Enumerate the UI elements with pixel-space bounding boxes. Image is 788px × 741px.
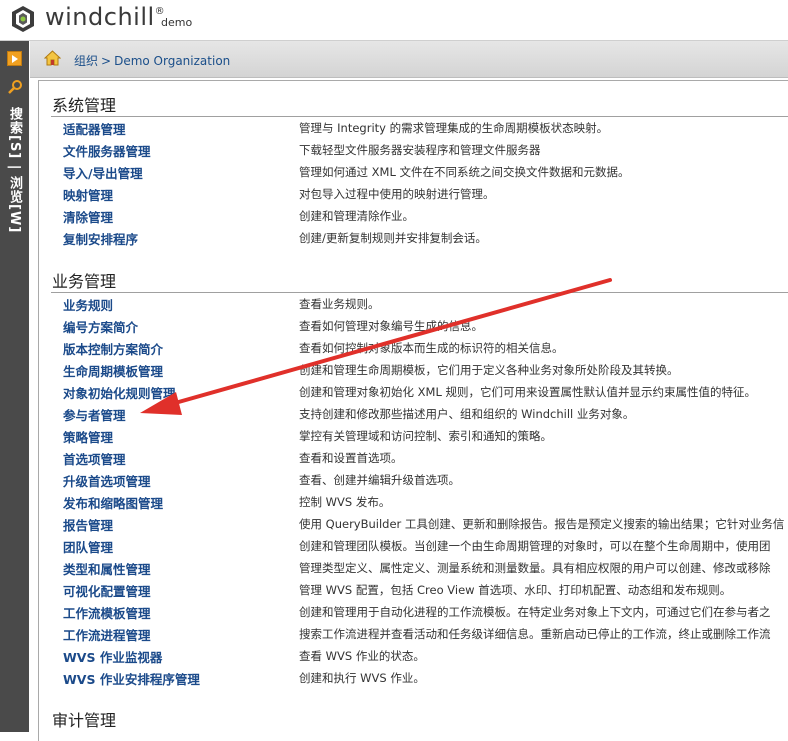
utility-description: 创建和管理团队模板。当创建一个由生命周期管理的对象时，可以在整个生命周期中，使用… (299, 539, 771, 553)
breadcrumb-separator: > (101, 54, 112, 68)
utility-description: 使用 QueryBuilder 工具创建、更新和删除报告。报告是预定义搜索的输出… (299, 517, 785, 531)
utility-link[interactable]: 编号方案简介 (63, 317, 138, 336)
utility-description: 查看业务规则。 (299, 297, 380, 311)
windchill-logo-icon (12, 6, 34, 32)
section-title-business: 业务管理 (52, 272, 117, 291)
utility-link[interactable]: 对象初始化规则管理 (63, 383, 176, 402)
list-item: 首选项管理 查看和设置首选项。 (39, 447, 788, 469)
utility-link[interactable]: 工作流进程管理 (63, 625, 151, 644)
list-item: 升级首选项管理 查看、创建并编辑升级首选项。 (39, 469, 788, 491)
list-item: 参与者管理 支持创建和修改那些描述用户、组和组织的 Windchill 业务对象… (39, 403, 788, 425)
utility-description: 管理与 Integrity 的需求管理集成的生命周期模板状态映射。 (299, 121, 609, 135)
utility-description: 搜索工作流进程并查看活动和任务级详细信息。重新启动已停止的工作流，终止或删除工作… (299, 627, 771, 641)
utility-link[interactable]: WVS 作业监视器 (63, 647, 162, 666)
logo-text: windchill® (45, 3, 166, 31)
list-item: 编号方案简介 查看如何管理对象编号生成的信息。 (39, 315, 788, 337)
org-name: demo (161, 16, 193, 29)
utility-link[interactable]: 映射管理 (63, 185, 113, 204)
section-title-system: 系统管理 (52, 96, 117, 115)
utility-link[interactable]: 策略管理 (63, 427, 113, 446)
utility-description: 创建和管理对象初始化 XML 规则，它们可用来设置属性默认值并显示约束属性值的特… (299, 385, 757, 399)
utility-description: 对包导入过程中使用的映射进行管理。 (299, 187, 495, 201)
utility-link[interactable]: 首选项管理 (63, 449, 126, 468)
section-title-audit: 审计管理 (52, 711, 117, 730)
list-item: 映射管理 对包导入过程中使用的映射进行管理。 (39, 183, 788, 205)
list-item: 工作流模板管理 创建和管理用于自动化进程的工作流模板。在特定业务对象上下文内，可… (39, 601, 788, 623)
utility-description: 创建和管理清除作业。 (299, 209, 414, 223)
utility-link[interactable]: 业务规则 (63, 295, 113, 314)
list-item: 发布和缩略图管理 控制 WVS 发布。 (39, 491, 788, 513)
home-icon[interactable] (44, 50, 61, 66)
list-item: 报告管理 使用 QueryBuilder 工具创建、更新和删除报告。报告是预定义… (39, 513, 788, 535)
utilities-panel: 系统管理 适配器管理 管理与 Integrity 的需求管理集成的生命周期模板状… (38, 80, 788, 741)
list-item: 类型和属性管理 管理类型定义、属性定义、测量系统和测量数量。具有相应权限的用户可… (39, 557, 788, 579)
utility-link[interactable]: 升级首选项管理 (63, 471, 151, 490)
utility-link[interactable]: 清除管理 (63, 207, 113, 226)
breadcrumb: 组织 > Demo Organization (74, 52, 230, 69)
search-icon[interactable] (7, 79, 23, 95)
utility-description: 创建/更新复制规则并安排复制会话。 (299, 231, 487, 245)
participant-admin-link[interactable]: 参与者管理 (63, 405, 126, 424)
utility-link[interactable]: 工作流模板管理 (63, 603, 151, 622)
list-item: 策略管理 掌控有关管理域和访问控制、索引和通知的策略。 (39, 425, 788, 447)
utility-link[interactable]: 发布和缩略图管理 (63, 493, 163, 512)
list-item: 复制安排程序 创建/更新复制规则并安排复制会话。 (39, 227, 788, 249)
utility-description: 支持创建和修改那些描述用户、组和组织的 Windchill 业务对象。 (299, 407, 635, 421)
utility-description: 创建和管理生命周期模板，它们用于定义各种业务对象所处阶段及其转换。 (299, 363, 679, 377)
utility-link[interactable]: 文件服务器管理 (63, 141, 151, 160)
utility-link[interactable]: 团队管理 (63, 537, 113, 556)
utility-description: 查看如何控制对象版本而生成的标识符的相关信息。 (299, 341, 564, 355)
utility-link[interactable]: 类型和属性管理 (63, 559, 151, 578)
list-item: 导入/导出管理 管理如何通过 XML 文件在不同系统之间交换文件数据和元数据。 (39, 161, 788, 183)
expand-navigator-icon[interactable] (7, 51, 22, 66)
utility-link[interactable]: 可视化配置管理 (63, 581, 151, 600)
utility-link[interactable]: 导入/导出管理 (63, 163, 143, 182)
list-item: 对象初始化规则管理 创建和管理对象初始化 XML 规则，它们可用来设置属性默认值… (39, 381, 788, 403)
list-item: 生命周期模板管理 创建和管理生命周期模板，它们用于定义各种业务对象所处阶段及其转… (39, 359, 788, 381)
utility-description: 查看、创建并编辑升级首选项。 (299, 473, 460, 487)
utility-description: 下载轻型文件服务器安装程序和管理文件服务器 (299, 143, 541, 157)
utility-description: 管理如何通过 XML 文件在不同系统之间交换文件数据和元数据。 (299, 165, 630, 179)
list-item: 团队管理 创建和管理团队模板。当创建一个由生命周期管理的对象时，可以在整个生命周… (39, 535, 788, 557)
utility-description: 管理类型定义、属性定义、测量系统和测量数量。具有相应权限的用户可以创建、修改或移… (299, 561, 771, 575)
utility-link[interactable]: 适配器管理 (63, 119, 126, 138)
utility-link[interactable]: 生命周期模板管理 (63, 361, 163, 380)
list-item: 版本控制方案简介 查看如何控制对象版本而生成的标识符的相关信息。 (39, 337, 788, 359)
list-item: 文件服务器管理 下载轻型文件服务器安装程序和管理文件服务器 (39, 139, 788, 161)
utility-description: 掌控有关管理域和访问控制、索引和通知的策略。 (299, 429, 552, 443)
utility-description: 查看如何管理对象编号生成的信息。 (299, 319, 483, 333)
list-item: WVS 作业安排程序管理 创建和执行 WVS 作业。 (39, 667, 788, 689)
left-navigator-bar: 搜索[S] | 浏览[W] (0, 41, 29, 732)
utility-link[interactable]: 报告管理 (63, 515, 113, 534)
utility-description: 创建和执行 WVS 作业。 (299, 671, 425, 685)
utility-link[interactable]: WVS 作业安排程序管理 (63, 669, 200, 688)
list-item: 适配器管理 管理与 Integrity 的需求管理集成的生命周期模板状态映射。 (39, 117, 788, 139)
utility-description: 控制 WVS 发布。 (299, 495, 391, 509)
list-item: WVS 作业监视器 查看 WVS 作业的状态。 (39, 645, 788, 667)
list-item: 可视化配置管理 管理 WVS 配置，包括 Creo View 首选项、水印、打印… (39, 579, 788, 601)
utility-description: 管理 WVS 配置，包括 Creo View 首选项、水印、打印机配置、动态组和… (299, 583, 732, 597)
utility-link[interactable]: 复制安排程序 (63, 229, 138, 248)
list-item: 工作流进程管理 搜索工作流进程并查看活动和任务级详细信息。重新启动已停止的工作流… (39, 623, 788, 645)
search-browse-tab[interactable]: 搜索[S] | 浏览[W] (3, 107, 25, 233)
list-item: 清除管理 创建和管理清除作业。 (39, 205, 788, 227)
utility-description: 查看和设置首选项。 (299, 451, 403, 465)
breadcrumb-current[interactable]: Demo Organization (114, 54, 230, 68)
breadcrumb-org-link[interactable]: 组织 (74, 54, 98, 68)
app-header: windchill® demo (0, 0, 788, 41)
utility-description: 创建和管理用于自动化进程的工作流模板。在特定业务对象上下文内，可通过它们在参与者… (299, 605, 771, 619)
utility-description: 查看 WVS 作业的状态。 (299, 649, 425, 663)
utility-link[interactable]: 版本控制方案简介 (63, 339, 163, 358)
breadcrumb-bar: 组织 > Demo Organization (30, 41, 788, 78)
list-item: 业务规则 查看业务规则。 (39, 293, 788, 315)
